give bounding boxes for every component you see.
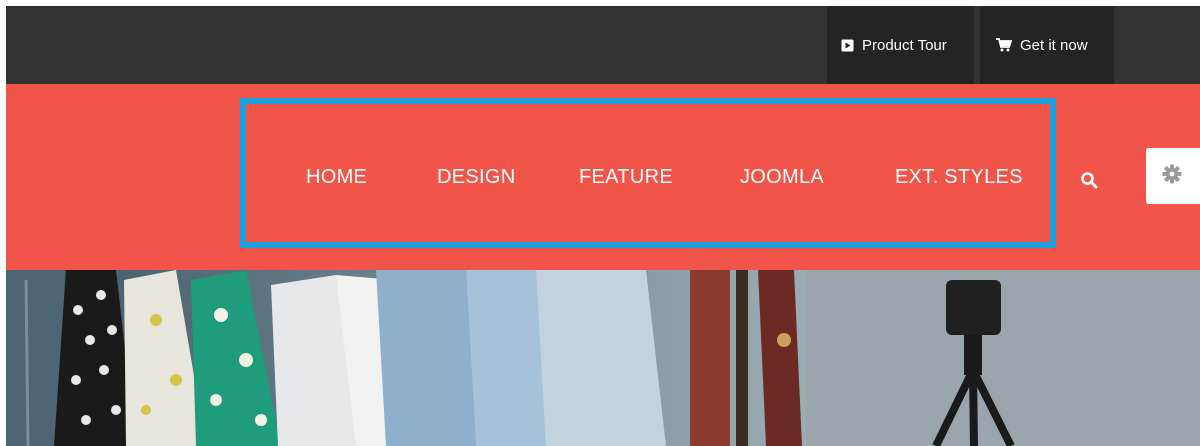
settings-button[interactable] [1146, 148, 1200, 204]
nav-item-design[interactable]: DESIGN [437, 166, 515, 189]
nav-item-feature[interactable]: FEATURE [579, 166, 673, 189]
main-nav: HOME DESIGN FEATURE JOOMLA EXT. STYLES [6, 84, 1200, 270]
hero-image [6, 270, 1200, 446]
top-bar: Product Tour Get it now [6, 6, 1200, 84]
product-tour-button[interactable]: Product Tour [827, 6, 974, 84]
page-frame: Product Tour Get it now HOME DESIGN FEAT… [6, 6, 1200, 446]
get-it-now-button[interactable]: Get it now [980, 6, 1114, 84]
search-icon [1080, 172, 1098, 193]
nav-item-home[interactable]: HOME [306, 166, 367, 189]
clothing-rack-photo [6, 270, 1200, 446]
gear-icon [1162, 164, 1182, 189]
get-it-now-label: Get it now [1020, 36, 1088, 54]
search-button[interactable] [1080, 171, 1098, 194]
nav-item-ext-styles[interactable]: EXT. STYLES [895, 166, 1023, 189]
shopping-cart-icon [996, 38, 1012, 52]
play-square-icon [841, 39, 854, 52]
product-tour-label: Product Tour [862, 36, 947, 54]
nav-item-joomla[interactable]: JOOMLA [740, 166, 824, 189]
